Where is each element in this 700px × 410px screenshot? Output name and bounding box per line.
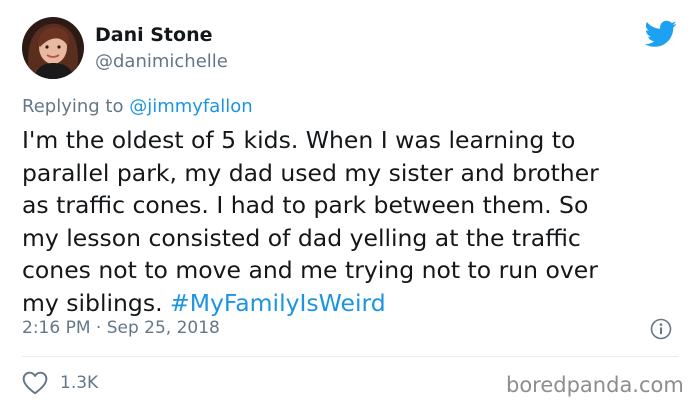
info-icon[interactable] xyxy=(650,318,672,340)
replying-to-line: Replying to @jimmyfallon xyxy=(22,96,253,117)
tweet-timestamp[interactable]: 2:16 PM · Sep 25, 2018 xyxy=(22,318,220,338)
like-button[interactable]: 1.3K xyxy=(22,371,98,395)
tweet-text: I'm the oldest of 5 kids. When I was lea… xyxy=(22,124,672,319)
hashtag-link[interactable]: #MyFamilyIsWeird xyxy=(170,289,386,317)
twitter-bird-icon[interactable] xyxy=(644,20,677,48)
watermark: boredpanda.com xyxy=(506,373,684,397)
like-count: 1.3K xyxy=(60,373,99,393)
heart-icon xyxy=(22,371,48,395)
divider xyxy=(22,356,678,357)
reply-mention-link[interactable]: @jimmyfallon xyxy=(129,96,253,117)
reply-prefix: Replying to xyxy=(22,96,130,117)
user-handle[interactable]: @danimichelle xyxy=(95,51,228,72)
avatar[interactable] xyxy=(22,17,84,79)
display-name[interactable]: Dani Stone xyxy=(95,24,212,46)
